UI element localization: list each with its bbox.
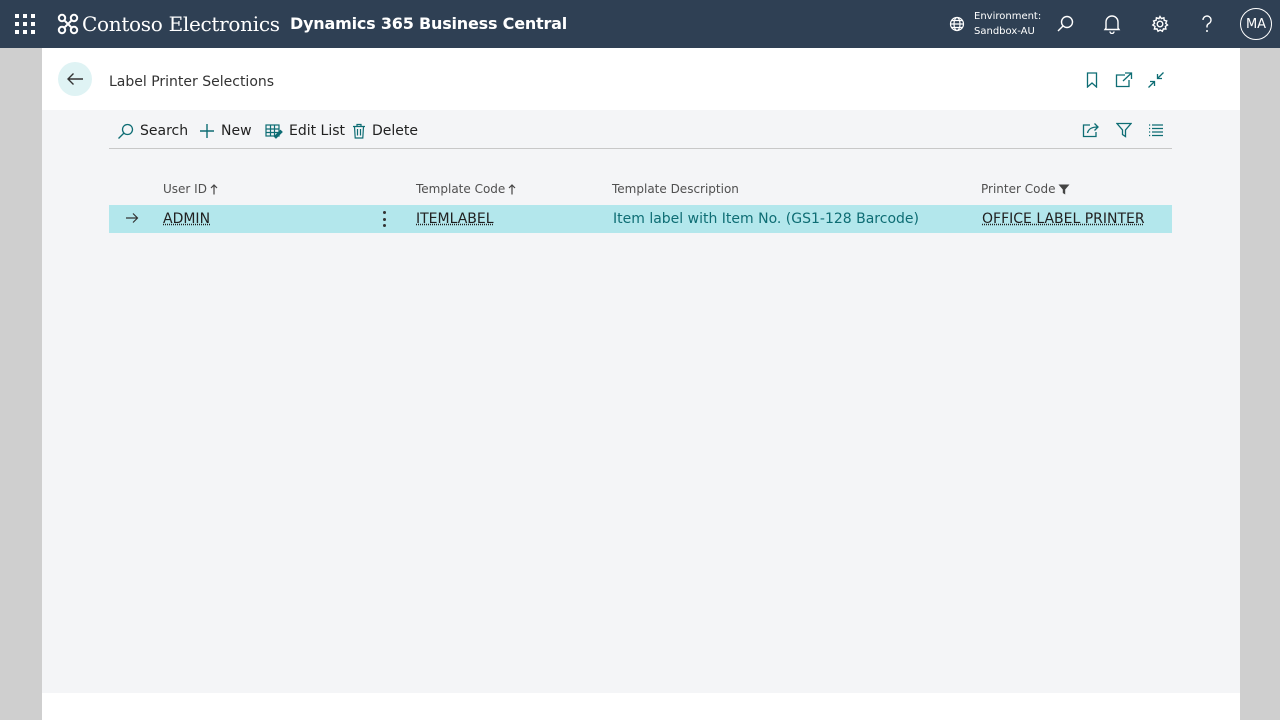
page-panel: Label Printer Selections Search New Edit… [42,48,1240,720]
back-button[interactable] [58,62,92,96]
bell-icon[interactable] [1100,12,1124,36]
product-name: Dynamics 365 Business Central [290,14,568,33]
bookmark-icon[interactable] [1082,70,1102,90]
gear-icon[interactable] [1148,12,1172,36]
contoso-logo-icon [57,13,79,35]
search-button[interactable]: Search [117,120,188,142]
column-label-template-code: Template Code [416,182,506,196]
edit-list-button[interactable]: Edit List [265,120,345,142]
new-button[interactable]: New [199,120,252,142]
user-avatar[interactable]: MA [1240,8,1272,40]
environment-indicator[interactable]: Environment: Sandbox-AU [948,9,1041,39]
company-name: Contoso Electronics [82,12,280,36]
back-arrow-icon [67,73,83,85]
help-icon[interactable] [1195,12,1219,36]
cell-template-description[interactable]: Item label with Item No. (GS1-128 Barcod… [613,211,919,227]
search-icon[interactable] [1053,12,1077,36]
waffle-icon[interactable] [15,14,35,34]
collapse-icon[interactable] [1146,70,1166,90]
company-brand[interactable]: Contoso Electronics [57,9,280,39]
action-bar: Search New Edit List Delete [109,114,1172,149]
edit-list-icon [265,124,283,139]
column-label-printer-code: Printer Code [981,182,1056,196]
sort-ascending-icon [508,183,516,194]
new-label: New [221,123,252,139]
trash-icon [353,123,365,139]
filter-applied-icon [1058,184,1070,194]
column-header-user-id[interactable]: User ID [163,182,218,196]
app-top-bar: Contoso Electronics Dynamics 365 Busines… [0,0,1280,48]
search-icon [118,123,134,139]
filter-icon[interactable] [1113,119,1135,141]
sort-ascending-icon [210,183,218,194]
more-options-icon[interactable] [379,210,389,228]
cell-template-code[interactable]: ITEMLABEL [416,211,494,227]
row-arrow-icon [126,213,139,223]
plus-icon [200,124,214,138]
page-footer [42,693,1240,720]
share-icon[interactable] [1080,119,1102,141]
page-title: Label Printer Selections [109,74,275,90]
column-label-template-description: Template Description [612,182,739,196]
column-header-printer-code[interactable]: Printer Code [981,182,1070,196]
globe-icon [949,16,965,32]
column-label-user-id: User ID [163,182,207,196]
cell-printer-code[interactable]: OFFICE LABEL PRINTER [982,211,1145,227]
column-header-template-description[interactable]: Template Description [612,182,739,196]
column-header-template-code[interactable]: Template Code [416,182,516,196]
list-view-icon[interactable] [1145,119,1167,141]
open-new-window-icon[interactable] [1114,70,1134,90]
cell-user-id[interactable]: ADMIN [163,211,210,227]
delete-label: Delete [372,123,418,139]
table-row[interactable]: ADMIN ITEMLABEL Item label with Item No.… [109,205,1172,233]
environment-label: Environment: [974,11,1042,22]
delete-button[interactable]: Delete [352,120,418,142]
environment-value: Sandbox-AU [974,26,1035,37]
edit-list-label: Edit List [289,123,346,139]
search-label: Search [140,123,189,139]
